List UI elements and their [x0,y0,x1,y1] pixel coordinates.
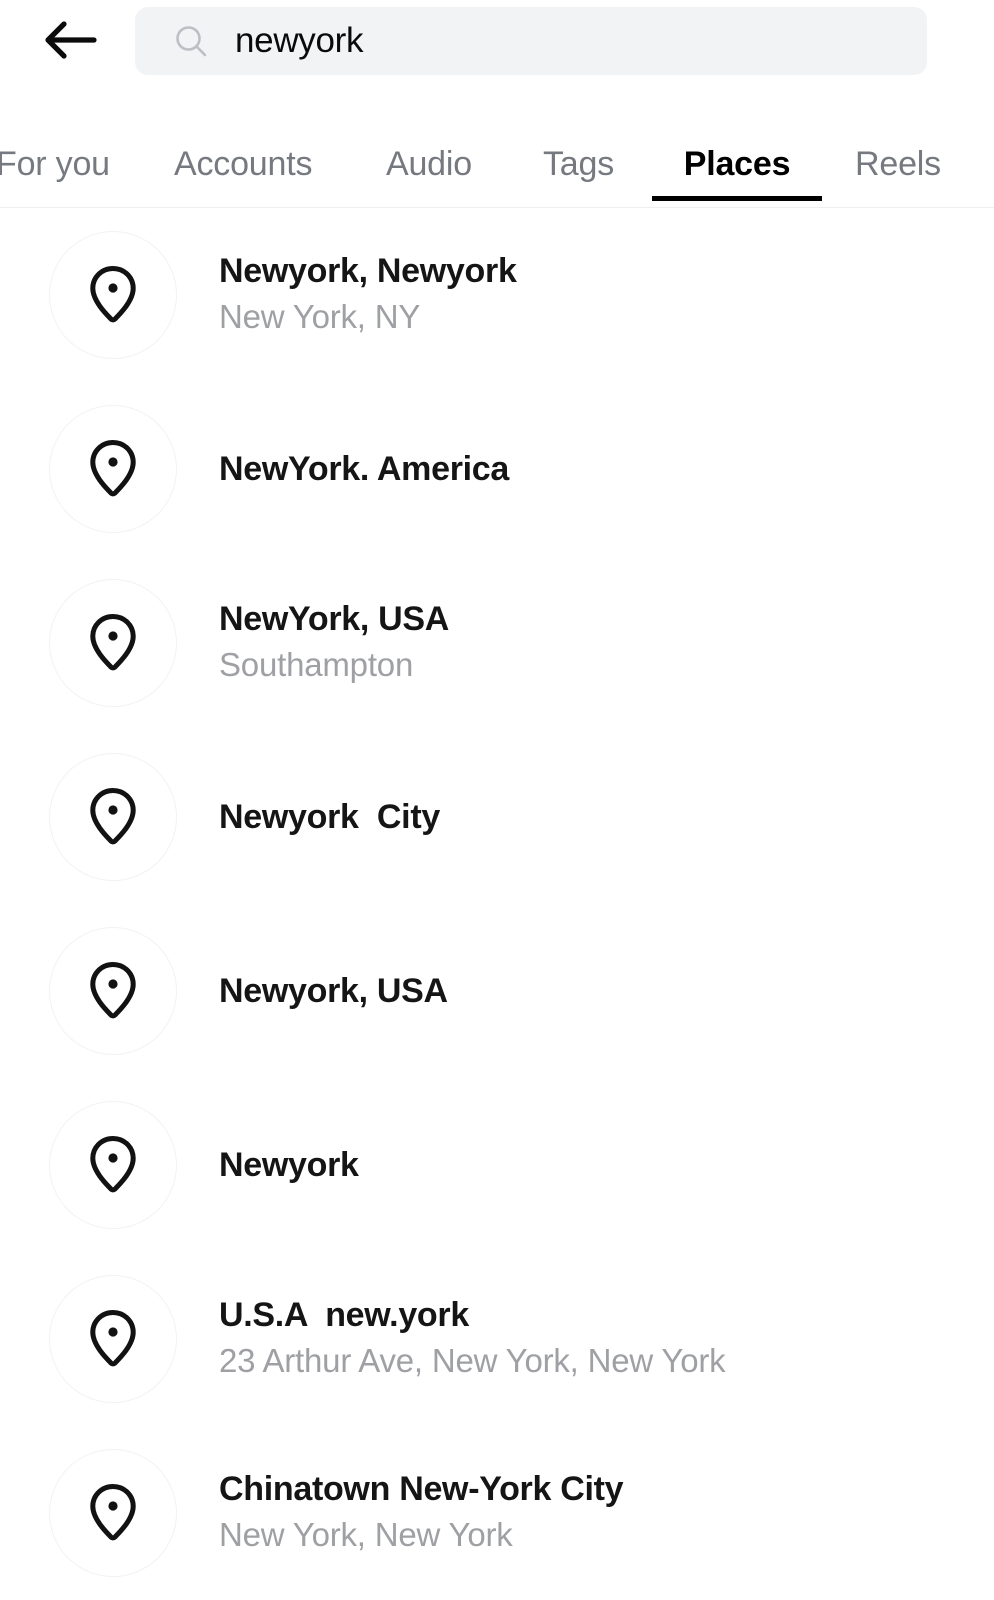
location-pin-icon [49,231,177,359]
place-title: Chinatown New-York City [219,1469,624,1508]
place-result-text: NewYork, USA Southampton [219,599,449,688]
place-title: Newyork, Newyork [219,251,517,290]
place-subtitle: New York, New York [219,1515,513,1553]
place-subtitle: 23 Arthur Ave, New York, New York [219,1341,726,1379]
tab-reels[interactable]: Reels [855,120,941,208]
place-result-row-1[interactable]: NewYork. America [0,382,994,556]
location-pin-icon [49,1275,177,1403]
location-pin-icon [49,1101,177,1229]
place-result-row-3[interactable]: Newyork City [0,730,994,904]
place-result-text: Newyork [219,1145,359,1185]
place-result-text: Newyork City [219,797,440,837]
place-title: U.S.A new.york [219,1295,469,1334]
place-result-text: Newyork, Newyork New York, NY [219,251,517,340]
location-pin-icon [49,753,177,881]
search-header [0,0,994,120]
place-result-row-4[interactable]: Newyork, USA [0,904,994,1078]
active-tab-indicator [652,196,822,201]
search-tabs: For you Accounts Audio Tags Places Reels [0,120,994,208]
place-subtitle: New York, NY [219,297,421,335]
place-result-row-5[interactable]: Newyork [0,1078,994,1252]
place-result-row-0[interactable]: Newyork, Newyork New York, NY [0,208,994,382]
place-result-text: Newyork, USA [219,971,448,1011]
place-result-text: NewYork. America [219,449,509,489]
places-results-list: Newyork, Newyork New York, NY NewYork. A… [0,208,994,1600]
place-result-text: U.S.A new.york 23 Arthur Ave, New York, … [219,1295,726,1384]
place-result-text: Chinatown New-York City New York, New Yo… [219,1469,624,1558]
place-title: Newyork, USA [219,971,448,1010]
tab-for-you[interactable]: For you [0,120,110,208]
location-pin-icon [49,927,177,1055]
tab-places[interactable]: Places [652,120,822,208]
search-field[interactable] [135,7,927,75]
place-result-row-2[interactable]: NewYork, USA Southampton [0,556,994,730]
search-input[interactable] [235,21,895,61]
tab-audio[interactable]: Audio [386,120,472,208]
place-title: Newyork City [219,797,440,836]
tab-tags[interactable]: Tags [543,120,614,208]
search-icon [173,23,209,59]
tab-accounts[interactable]: Accounts [174,120,312,208]
location-pin-icon [49,579,177,707]
place-title: Newyork [219,1145,359,1184]
place-title: NewYork. America [219,449,509,488]
place-subtitle: Southampton [219,645,414,683]
back-button[interactable] [22,8,118,72]
place-result-row-7[interactable]: Chinatown New-York City New York, New Yo… [0,1426,994,1600]
location-pin-icon [49,1449,177,1577]
place-result-row-6[interactable]: U.S.A new.york 23 Arthur Ave, New York, … [0,1252,994,1426]
arrow-left-icon [42,18,98,62]
place-title: NewYork, USA [219,599,450,638]
location-pin-icon [49,405,177,533]
